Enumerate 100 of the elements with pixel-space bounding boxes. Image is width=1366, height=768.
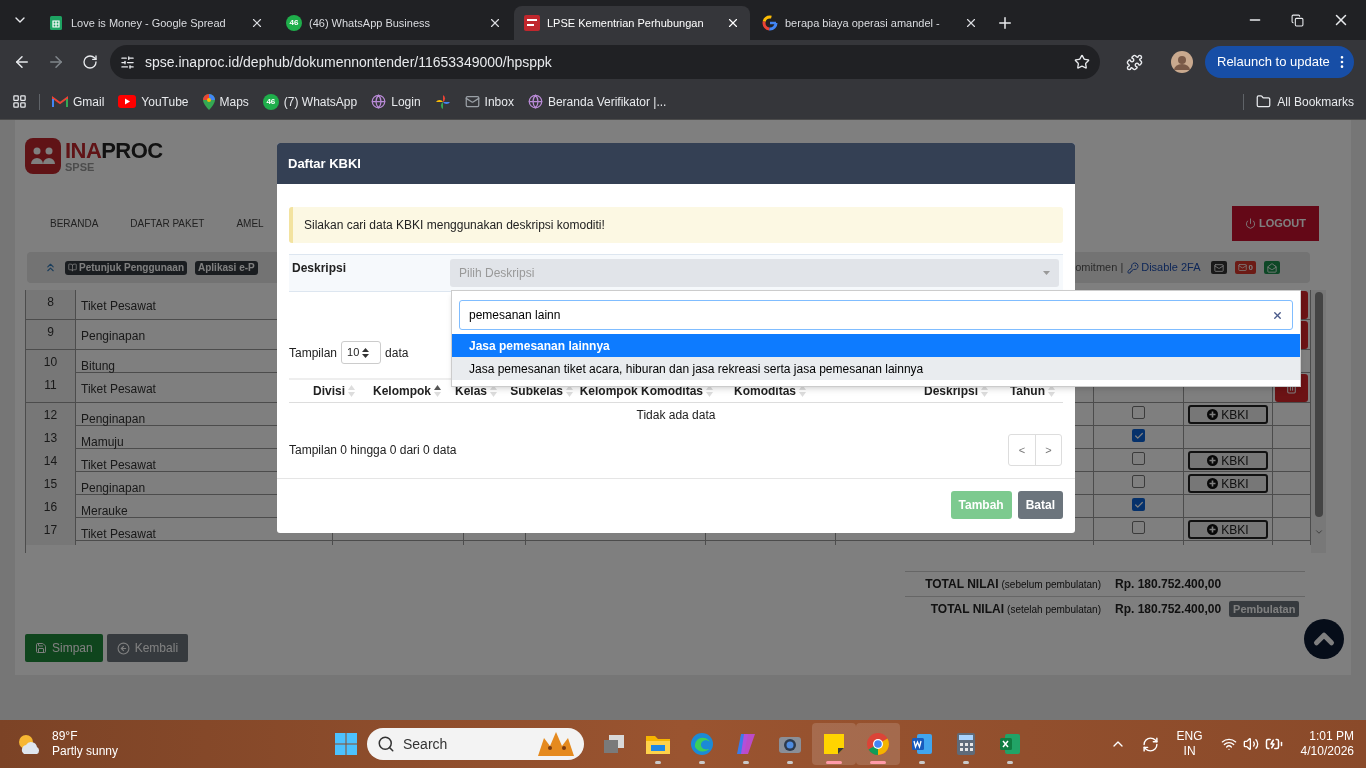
sync-icon[interactable]	[1141, 735, 1159, 753]
kbki-button[interactable]: KBKI	[1188, 474, 1268, 493]
bookmark[interactable]: 46 (7) WhatsApp	[262, 92, 358, 111]
total-label: TOTAL NILAI	[925, 576, 999, 593]
calculator-icon[interactable]	[956, 732, 976, 756]
search-box[interactable]: Search	[367, 728, 584, 760]
close-icon[interactable]	[964, 16, 978, 30]
nav-link[interactable]: DAFTAR PAKET	[130, 216, 205, 231]
browser-tab[interactable]: Love is Money - Google Spread	[38, 6, 274, 40]
clear-icon[interactable]	[1272, 309, 1283, 321]
count-badge: 46	[262, 93, 279, 110]
plus-circle-icon	[1207, 478, 1219, 489]
spreadsheet-app-icon[interactable]	[998, 732, 1022, 756]
row-number: 16	[43, 499, 58, 516]
language-indicator[interactable]: ENG IN	[1176, 729, 1203, 759]
kbki-button[interactable]: KBKI	[1188, 520, 1268, 539]
row-checkbox[interactable]	[1132, 406, 1145, 419]
wifi-icon[interactable]	[1220, 736, 1237, 752]
mail-icon	[1213, 262, 1224, 273]
forward-icon[interactable]	[47, 53, 65, 71]
page-length-select[interactable]: 10	[341, 341, 382, 364]
row-number: 14	[43, 453, 58, 470]
bookmark[interactable]: Gmail	[52, 92, 105, 111]
search-icon	[377, 735, 395, 753]
column-header[interactable]: Divisi	[313, 382, 345, 400]
reload-icon[interactable]	[82, 54, 98, 70]
start-icon[interactable]	[334, 732, 358, 756]
kbki-button[interactable]: KBKI	[1188, 405, 1268, 424]
pager-button[interactable]: >	[1035, 435, 1061, 465]
caret-icon	[1043, 271, 1050, 275]
temperature: 89°F	[52, 729, 79, 744]
bookmark[interactable]: Maps	[202, 92, 249, 111]
edge-icon[interactable]	[690, 732, 714, 756]
bookmark[interactable]: Inbox	[464, 92, 514, 111]
bookmark[interactable]: Login	[371, 92, 421, 111]
relaunch-button[interactable]: Relaunch to update	[1205, 46, 1354, 78]
profile-avatar-icon[interactable]	[1171, 51, 1193, 73]
sticky-note-icon[interactable]	[822, 732, 846, 756]
power-icon	[1244, 218, 1256, 229]
nav-link[interactable]: BERANDA	[50, 216, 99, 231]
row-checkbox[interactable]	[1132, 452, 1145, 465]
row-checkbox[interactable]	[1132, 521, 1145, 534]
chrome-icon[interactable]	[866, 732, 890, 756]
close-icon[interactable]	[726, 16, 740, 30]
help-badge[interactable]: Aplikasi e-P	[195, 260, 258, 275]
row-number: 8	[47, 294, 54, 311]
weather-text: Partly sunny	[52, 744, 119, 759]
item-name: Penginapan	[81, 481, 146, 495]
column-header[interactable]: Kelompok	[373, 382, 431, 400]
bookmark-star-icon[interactable]	[1074, 54, 1090, 70]
clock[interactable]: 1:01 PM 4/10/2026	[1300, 729, 1354, 759]
globe-icon	[527, 94, 543, 109]
browser-tab[interactable]: berapa biaya operasi amandel -	[752, 6, 988, 40]
item-name: Tiket Pesawat	[81, 382, 156, 396]
item-name: Tiket Pesawat	[81, 458, 156, 472]
row-checkbox[interactable]	[1132, 429, 1145, 442]
inbox-button[interactable]	[1210, 261, 1227, 274]
row-number: 12	[43, 407, 58, 424]
site-logo-icon	[524, 15, 540, 31]
item-name: Merauke	[81, 504, 128, 518]
dropdown-option[interactable]: Jasa pemesanan tiket acara, hiburan dan jasa rekreasi serta jasa pemesanan lainnya	[452, 357, 1300, 380]
scrollbar-thumb[interactable]	[1314, 292, 1323, 517]
apps-icon[interactable]	[12, 94, 27, 109]
row-number: 11	[44, 377, 57, 394]
row-number: 15	[43, 476, 58, 493]
back-icon[interactable]	[13, 53, 31, 71]
tab-title: (46) WhatsApp Business	[309, 15, 432, 31]
key-icon	[1127, 261, 1140, 274]
extensions-icon[interactable]	[1126, 53, 1143, 71]
close-icon[interactable]	[250, 16, 264, 30]
cancel-button[interactable]: Batal	[1017, 491, 1063, 519]
dropdown-option[interactable]: Jasa pemesanan lainnya	[452, 334, 1300, 357]
task-view-icon[interactable]	[603, 734, 625, 754]
close-icon[interactable]	[488, 16, 502, 30]
browser-tab[interactable]: 46 (46) WhatsApp Business	[276, 6, 512, 40]
row-checkbox[interactable]	[1132, 498, 1145, 511]
new-tab-icon[interactable]	[996, 14, 1014, 32]
bookmark[interactable]: YouTube	[118, 92, 189, 111]
help-badge[interactable]: Petunjuk Penggunaan	[65, 260, 187, 275]
play-icon	[118, 95, 137, 108]
pager-button[interactable]: <	[1009, 435, 1035, 465]
globe-icon	[371, 94, 387, 109]
folder-icon[interactable]	[645, 733, 671, 755]
nav-link[interactable]: AMEL	[236, 216, 264, 231]
restore-icon[interactable]	[1291, 13, 1304, 27]
tab-title: LPSE Kementrian Perhubungan	[547, 15, 705, 31]
all-bookmarks[interactable]: All Bookmarks	[1256, 92, 1354, 111]
toolbar-text: omitmen |	[1075, 260, 1124, 276]
search-field[interactable]: pemesanan lainn	[459, 300, 1293, 330]
browser-tab[interactable]: LPSE Kementrian Perhubungan	[514, 6, 750, 40]
tab-title: Love is Money - Google Spread	[71, 15, 227, 31]
plus-circle-icon	[1207, 524, 1219, 535]
word-icon[interactable]	[910, 732, 934, 756]
sort-icon[interactable]	[434, 384, 441, 398]
bookmark[interactable]: Beranda Verifikator |...	[527, 92, 667, 111]
site-info-icon[interactable]	[120, 54, 135, 70]
address-bar[interactable]: spse.inaproc.id/dephub/dokumennontender/11653349000/hpsppk	[110, 45, 1100, 79]
volume-icon[interactable]	[1242, 736, 1259, 752]
row-checkbox[interactable]	[1132, 475, 1145, 488]
kbki-button[interactable]: KBKI	[1188, 451, 1268, 470]
